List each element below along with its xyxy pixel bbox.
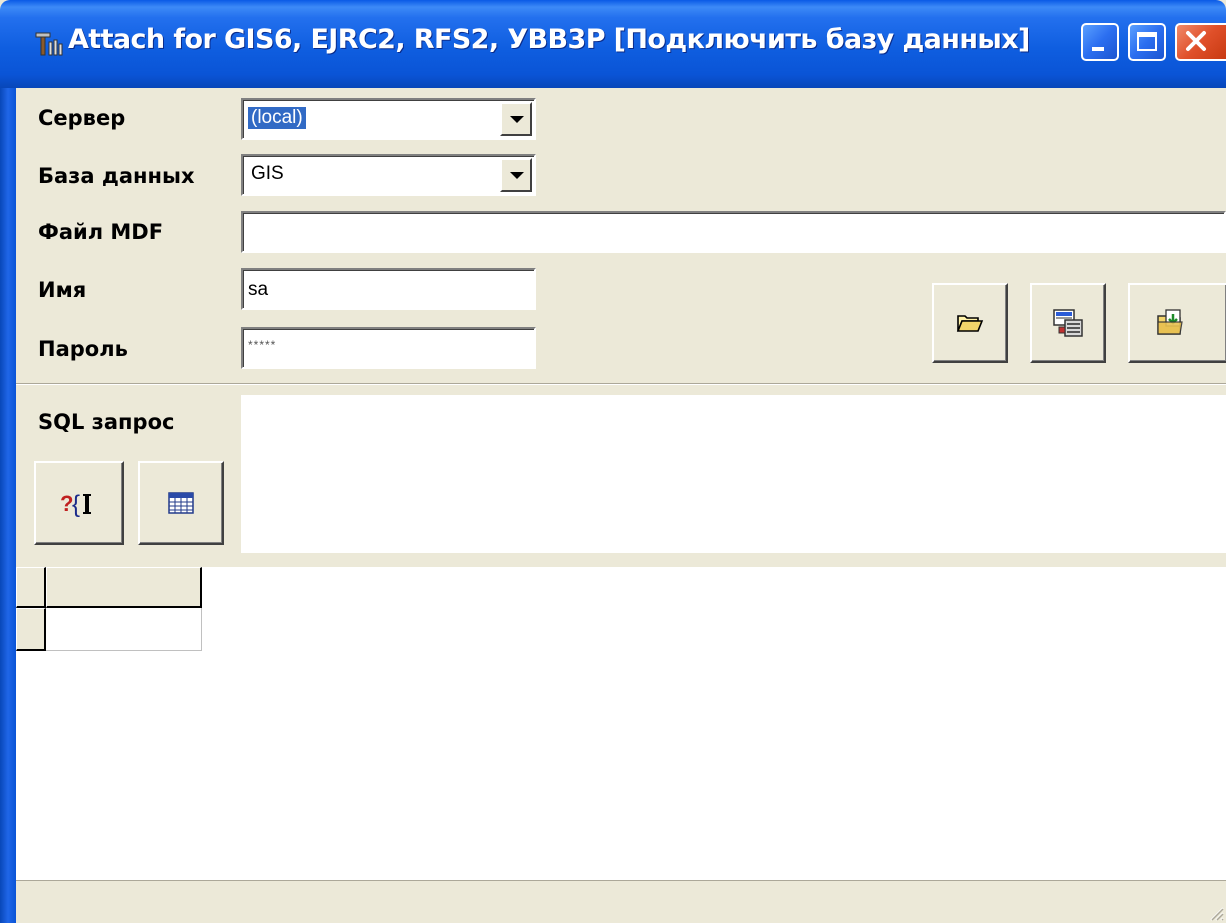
svg-text:{: { [72,491,80,518]
minimize-button[interactable] [1081,23,1119,61]
server-combobox[interactable]: (local) [241,98,536,140]
app-tools-icon [35,32,63,56]
grid-column-header[interactable] [46,567,202,608]
result-grid[interactable] [16,565,1226,880]
minimize-icon [1092,47,1104,51]
server-value: (local) [247,106,307,130]
connect-server-button[interactable] [1030,283,1106,363]
username-field[interactable]: sa [241,268,536,310]
database-value: GIS [251,163,284,184]
maximize-icon [1137,32,1157,51]
server-dropdown-button[interactable] [500,102,532,136]
attach-database-button[interactable] [1128,283,1226,363]
query-icon: ? { [60,491,91,518]
username-value: sa [248,279,269,300]
open-file-button[interactable] [932,283,1008,363]
folder-open-icon [956,315,984,332]
username-label: Имя [38,278,87,302]
import-icon [1157,309,1183,335]
table-grid-icon [168,492,194,514]
database-server-icon [1053,309,1083,337]
app-window: Attach for GIS6, EJRC2, RFS2, УВВ3Р [Под… [0,0,1226,923]
password-value: ***** [248,338,277,352]
mdf-file-field[interactable] [241,211,1226,253]
close-icon [1186,31,1206,51]
title-bar[interactable]: Attach for GIS6, EJRC2, RFS2, УВВ3Р [Под… [0,0,1226,88]
close-button[interactable] [1175,23,1226,61]
database-combobox[interactable]: GIS [241,154,536,196]
section-divider [16,383,1226,385]
grid-row-header[interactable] [16,608,46,651]
server-label: Сервер [38,106,126,130]
grid-corner-cell[interactable] [16,567,46,608]
maximize-button[interactable] [1128,23,1166,61]
database-label: База данных [38,164,195,188]
show-grid-button[interactable] [138,461,224,545]
resize-grip-icon[interactable] [1206,903,1224,921]
password-label: Пароль [38,337,128,361]
mdf-file-label: Файл MDF [38,220,164,244]
window-frame-left [0,88,16,923]
password-field[interactable]: ***** [241,327,536,369]
execute-query-button[interactable]: ? { [34,461,124,545]
sql-query-editor[interactable] [241,395,1226,553]
grid-data-cell[interactable] [46,608,202,651]
sql-query-label: SQL запрос [38,410,175,434]
status-bar [16,880,1226,923]
window-title: Attach for GIS6, EJRC2, RFS2, УВВ3Р [Под… [68,24,1030,55]
database-dropdown-button[interactable] [500,158,532,192]
